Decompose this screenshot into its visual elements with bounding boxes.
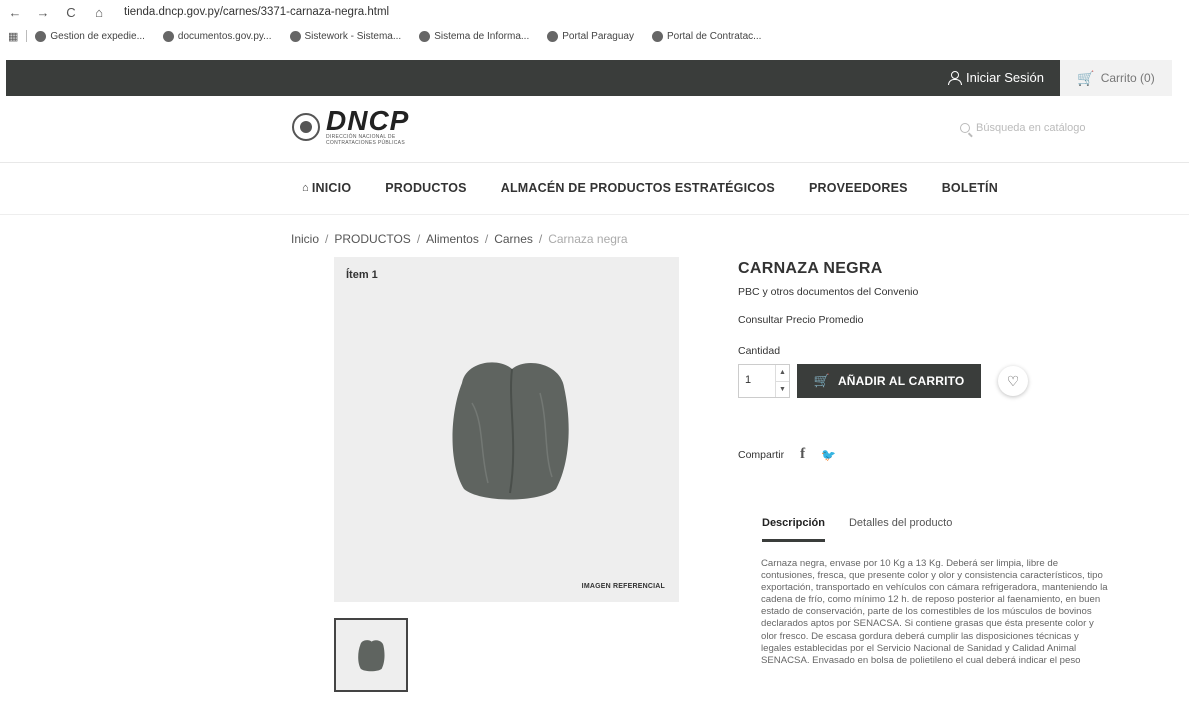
product-tabs: Descripción Detalles del producto bbox=[762, 517, 952, 542]
bookmark-icon bbox=[419, 30, 431, 42]
nav-item-productos[interactable]: PRODUCTOS bbox=[385, 181, 466, 195]
breadcrumb-separator: / bbox=[538, 232, 543, 246]
tab-detalles[interactable]: Detalles del producto bbox=[849, 517, 952, 542]
nav-item-proveedores[interactable]: PROVEEDORES bbox=[809, 181, 908, 195]
login-label: Iniciar Sesión bbox=[965, 70, 1044, 85]
nav-label: INICIO bbox=[311, 181, 352, 195]
bookmark-label: Sistema de Informa... bbox=[434, 30, 530, 42]
search-input[interactable]: Búsqueda en catálogo bbox=[976, 122, 1085, 134]
search-icon bbox=[960, 123, 970, 133]
quantity-input[interactable] bbox=[745, 374, 765, 386]
bookmarks-bar: ▦ Gestion de expedie... documentos.gov.p… bbox=[0, 26, 1189, 46]
browser-toolbar: ← → C ⌂ tienda.dncp.gov.py/carnes/3371-c… bbox=[0, 0, 1189, 24]
tab-descripcion[interactable]: Descripción bbox=[762, 517, 825, 542]
cart-icon: 🛒 bbox=[1077, 69, 1095, 86]
quantity-increase-icon[interactable]: ▲ bbox=[776, 365, 789, 382]
cart-label: Carrito (0) bbox=[1100, 71, 1155, 85]
product-title: CARNAZA NEGRA bbox=[738, 260, 883, 277]
image-caption: IMAGEN REFERENCIAL bbox=[581, 583, 665, 590]
breadcrumb: Inicio / PRODUCTOS / Alimentos / Carnes … bbox=[291, 232, 628, 246]
add-to-cart-button[interactable]: 🛒 AÑADIR AL CARRITO bbox=[797, 364, 981, 398]
bookmark-label: Sistework - Sistema... bbox=[304, 30, 402, 42]
bookmark-icon bbox=[162, 30, 174, 42]
breadcrumb-item[interactable]: Carnes bbox=[494, 232, 533, 246]
bookmark-icon bbox=[651, 30, 663, 42]
header-divider bbox=[0, 162, 1189, 163]
quantity-stepper: ▲ ▼ bbox=[738, 364, 790, 398]
bookmark-icon bbox=[547, 30, 559, 42]
share-section: Compartir f 🐦 bbox=[738, 446, 836, 463]
nav-item-boletin[interactable]: BOLETÍN bbox=[942, 181, 998, 195]
breadcrumb-item[interactable]: Inicio bbox=[291, 232, 319, 246]
nav-item-inicio[interactable]: ⌂ INICIO bbox=[302, 181, 351, 195]
logo-seal-icon bbox=[292, 113, 320, 141]
cart-icon: 🛒 bbox=[813, 373, 830, 388]
share-label: Compartir bbox=[738, 448, 785, 461]
bookmark-label: Portal Paraguay bbox=[562, 30, 634, 42]
bookmark-item[interactable]: Sistework - Sistema... bbox=[289, 30, 402, 42]
product-description: Carnaza negra, envase por 10 Kg a 13 Kg.… bbox=[761, 558, 1108, 666]
top-bar: Iniciar Sesión 🛒 Carrito (0) bbox=[6, 60, 1172, 96]
precio-promedio-link[interactable]: Consultar Precio Promedio bbox=[738, 314, 863, 326]
quantity-label: Cantidad bbox=[738, 345, 781, 357]
bookmark-item[interactable]: Gestion de expedie... bbox=[35, 30, 145, 42]
product-thumbnail[interactable] bbox=[334, 618, 408, 692]
meat-picture bbox=[452, 362, 569, 500]
bookmark-label: Portal de Contratac... bbox=[666, 30, 762, 42]
site-logo[interactable]: DNCP DIRECCIÓN NACIONAL DE CONTRATACIONE… bbox=[292, 105, 410, 146]
cart-link[interactable]: 🛒 Carrito (0) bbox=[1060, 60, 1172, 96]
breadcrumb-separator: / bbox=[416, 232, 421, 246]
address-bar[interactable]: tienda.dncp.gov.py/carnes/3371-carnaza-n… bbox=[124, 6, 389, 18]
home-icon: ⌂ bbox=[302, 182, 309, 194]
forward-icon[interactable]: → bbox=[36, 5, 50, 20]
breadcrumb-item[interactable]: PRODUCTOS bbox=[334, 232, 410, 246]
main-nav: ⌂ INICIO PRODUCTOS ALMACÉN DE PRODUCTOS E… bbox=[302, 181, 998, 195]
bookmark-label: Gestion de expedie... bbox=[50, 30, 145, 42]
breadcrumb-separator: / bbox=[484, 232, 489, 246]
search-box[interactable]: Búsqueda en catálogo bbox=[960, 122, 1085, 134]
bookmark-item[interactable]: Sistema de Informa... bbox=[419, 30, 530, 42]
apps-grid-icon[interactable]: ▦ bbox=[8, 30, 18, 43]
nav-divider bbox=[0, 214, 1189, 215]
bookmark-item[interactable]: Portal Paraguay bbox=[547, 30, 634, 42]
item-label: Ítem 1 bbox=[346, 269, 378, 281]
logo-text: DNCP bbox=[326, 105, 410, 136]
bookmark-label: documentos.gov.py... bbox=[177, 30, 272, 42]
breadcrumb-separator: / bbox=[325, 232, 329, 246]
twitter-icon[interactable]: 🐦 bbox=[821, 448, 836, 462]
breadcrumb-item[interactable]: Alimentos bbox=[426, 232, 479, 246]
bookmark-icon bbox=[289, 30, 301, 42]
back-icon[interactable]: ← bbox=[8, 5, 22, 20]
bookmarks-divider bbox=[26, 30, 28, 42]
nav-item-almacen[interactable]: ALMACÉN DE PRODUCTOS ESTRATÉGICOS bbox=[501, 181, 775, 195]
quantity-decrease-icon[interactable]: ▼ bbox=[776, 382, 789, 398]
bookmark-icon bbox=[35, 30, 47, 42]
home-icon[interactable]: ⌂ bbox=[92, 5, 106, 20]
bookmark-item[interactable]: documentos.gov.py... bbox=[162, 30, 272, 42]
user-icon bbox=[947, 70, 962, 85]
logo-subtitle: DIRECCIÓN NACIONAL DE CONTRATACIONES PÚB… bbox=[326, 134, 405, 146]
bookmark-item[interactable]: Portal de Contratac... bbox=[651, 30, 762, 42]
login-link[interactable]: Iniciar Sesión bbox=[947, 70, 1044, 85]
product-image[interactable]: Ítem 1 IMAGEN REFERENCIAL bbox=[334, 257, 679, 602]
pbc-documents-link[interactable]: PBC y otros documentos del Convenio bbox=[738, 286, 918, 298]
breadcrumb-current: Carnaza negra bbox=[548, 232, 628, 246]
add-to-cart-label: AÑADIR AL CARRITO bbox=[837, 374, 965, 388]
facebook-icon[interactable]: f bbox=[800, 446, 805, 463]
wishlist-heart-icon[interactable]: ♡ bbox=[998, 366, 1028, 396]
thumbnail-picture bbox=[358, 640, 385, 672]
reload-icon[interactable]: C bbox=[64, 5, 78, 20]
